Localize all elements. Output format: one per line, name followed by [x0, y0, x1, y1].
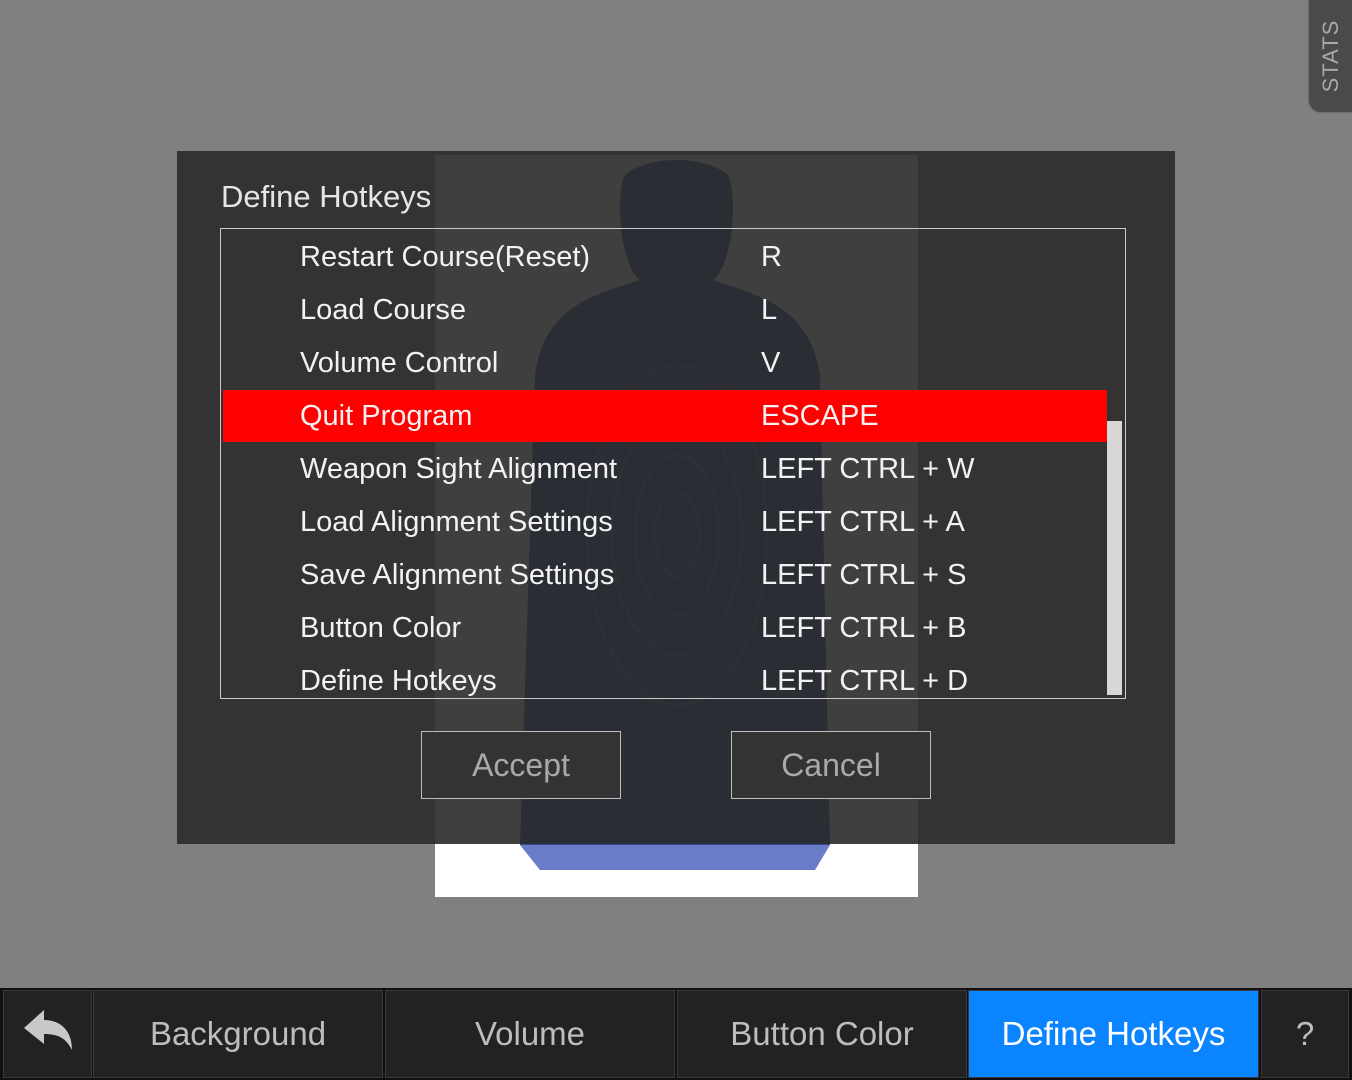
hotkey-row-restart[interactable]: Restart Course(Reset) R — [223, 231, 1107, 283]
hotkey-row-load-course[interactable]: Load Course L — [223, 284, 1107, 336]
hotkey-action: Load Course — [300, 294, 467, 326]
hotkey-key: LEFT CTRL + D — [761, 665, 969, 697]
hotkey-list[interactable]: Restart Course(Reset) R Load Course L Vo… — [220, 228, 1126, 699]
back-arrow-icon — [20, 1008, 76, 1060]
hotkey-row-define-hotkeys[interactable]: Define Hotkeys LEFT CTRL + D — [223, 655, 1107, 698]
hotkey-key: LEFT CTRL + B — [761, 612, 967, 644]
hotkey-action: Define Hotkeys — [300, 665, 497, 697]
hotkey-key: R — [761, 241, 782, 273]
hotkey-row-load-alignment[interactable]: Load Alignment Settings LEFT CTRL + A — [223, 496, 1107, 548]
help-button[interactable]: ? — [1261, 990, 1349, 1078]
hotkey-row-button-color[interactable]: Button Color LEFT CTRL + B — [223, 602, 1107, 654]
volume-button[interactable]: Volume — [385, 990, 675, 1078]
hotkey-key: LEFT CTRL + A — [761, 506, 965, 538]
stats-tab-label: STATS — [1317, 19, 1343, 93]
hotkey-row-weapon-sight[interactable]: Weapon Sight Alignment LEFT CTRL + W — [223, 443, 1107, 495]
back-button[interactable] — [3, 990, 92, 1078]
cancel-button[interactable]: Cancel — [731, 731, 931, 799]
define-hotkeys-dialog: Define Hotkeys Restart Course(Reset) R L… — [177, 151, 1175, 844]
hotkey-action: Button Color — [300, 612, 462, 644]
hotkey-key: LEFT CTRL + W — [761, 453, 975, 485]
hotkey-action: Weapon Sight Alignment — [300, 453, 618, 485]
hotkey-row-volume[interactable]: Volume Control V — [223, 337, 1107, 389]
button-color-button[interactable]: Button Color — [677, 990, 967, 1078]
hotkey-row-quit[interactable]: Quit Program ESCAPE — [223, 390, 1107, 442]
scrollbar-thumb[interactable] — [1107, 421, 1122, 695]
hotkey-action: Load Alignment Settings — [300, 506, 613, 538]
stats-tab[interactable]: STATS — [1309, 0, 1352, 112]
accept-button[interactable]: Accept — [421, 731, 621, 799]
hotkey-row-save-alignment[interactable]: Save Alignment Settings LEFT CTRL + S — [223, 549, 1107, 601]
hotkey-key: L — [761, 294, 778, 326]
background-button[interactable]: Background — [93, 990, 383, 1078]
hotkey-action: Save Alignment Settings — [300, 559, 615, 591]
hotkey-action: Restart Course(Reset) — [300, 241, 591, 273]
dialog-title: Define Hotkeys — [221, 179, 432, 214]
define-hotkeys-button[interactable]: Define Hotkeys — [968, 990, 1259, 1078]
bottom-toolbar: Background Volume Button Color Define Ho… — [0, 988, 1352, 1080]
hotkey-key: ESCAPE — [761, 400, 879, 432]
hotkey-key: LEFT CTRL + S — [761, 559, 967, 591]
hotkey-action: Volume Control — [300, 347, 499, 379]
hotkey-key: V — [761, 347, 781, 379]
hotkey-action: Quit Program — [300, 400, 473, 432]
